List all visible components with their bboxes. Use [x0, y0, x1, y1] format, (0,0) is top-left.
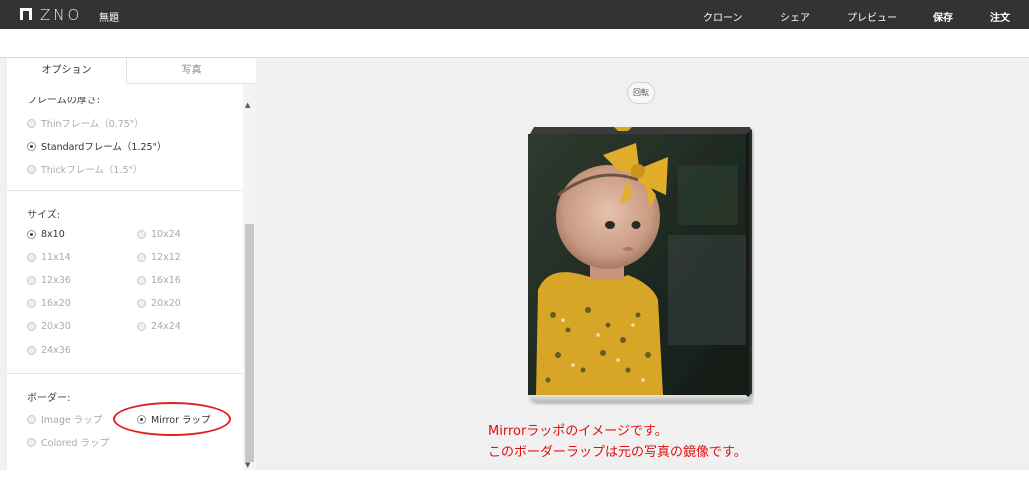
highlight-ellipse — [113, 402, 231, 436]
frame-option-standard[interactable]: Standardフレーム（1.25"） — [27, 139, 166, 153]
order-button[interactable]: 注文 — [990, 9, 1010, 24]
radio-icon — [27, 414, 36, 424]
annotation-line-1: Mirrorラッポのイメージです。 — [488, 424, 668, 439]
radio-icon — [27, 299, 36, 308]
size-title: サイズ: — [27, 210, 61, 221]
border-option-image-wrap[interactable]: Image ラップ — [27, 412, 102, 426]
size-option-label: 10x24 — [151, 229, 181, 240]
scroll-up-arrow-icon[interactable]: ▲ — [245, 102, 250, 109]
brand-name: ZNO — [40, 6, 83, 24]
scroll-mask — [7, 84, 243, 97]
size-option-20x30[interactable]: 20x30 — [27, 321, 71, 332]
radio-selected-icon — [27, 141, 36, 151]
size-option-11x14[interactable]: 11x14 — [27, 252, 71, 263]
size-option-12x12[interactable]: 12x12 — [137, 252, 181, 263]
size-option-10x24[interactable]: 10x24 — [137, 229, 181, 240]
radio-selected-icon — [27, 230, 36, 239]
radio-icon — [137, 322, 146, 331]
radio-icon — [27, 322, 36, 331]
size-option-label: 16x16 — [151, 275, 181, 286]
size-option-label: 12x36 — [41, 275, 71, 286]
size-option-24x36[interactable]: 24x36 — [27, 345, 71, 356]
size-option-16x20[interactable]: 16x20 — [27, 298, 71, 309]
share-button[interactable]: シェア — [780, 9, 810, 24]
size-option-label: 24x24 — [151, 321, 181, 332]
sidebar-tabs: オプション 写真 — [7, 58, 256, 84]
border-option-label: Colored ラップ — [41, 438, 109, 449]
radio-icon — [27, 437, 36, 447]
tab-options[interactable]: オプション — [7, 58, 127, 84]
sidebar-scrollbar[interactable]: ▲ ▼ — [243, 84, 256, 470]
radio-icon — [137, 230, 146, 239]
border-title: ボーダー: — [27, 393, 71, 404]
radio-icon — [137, 253, 146, 262]
document-title[interactable]: 無題 — [99, 9, 119, 24]
frame-option-label: Thickフレーム（1.5"） — [41, 165, 143, 176]
canvas-photo-image — [528, 127, 752, 401]
top-bar: ZNO 無題 クローン シェア プレビュー 保存 注文 — [0, 0, 1029, 29]
size-option-8x10[interactable]: 8x10 — [27, 229, 65, 240]
size-option-label: 8x10 — [41, 229, 65, 240]
radio-icon — [137, 276, 146, 285]
frame-option-thick[interactable]: Thickフレーム（1.5"） — [27, 162, 142, 176]
section-divider — [7, 373, 243, 374]
size-option-16x16[interactable]: 16x16 — [137, 275, 181, 286]
border-option-colored-wrap[interactable]: Colored ラップ — [27, 435, 109, 449]
scroll-down-arrow-icon[interactable]: ▼ — [245, 462, 250, 469]
size-option-24x24[interactable]: 24x24 — [137, 321, 181, 332]
save-button[interactable]: 保存 — [933, 9, 953, 24]
sub-toolbar — [0, 29, 1029, 58]
size-option-label: 20x30 — [41, 321, 71, 332]
radio-icon — [27, 346, 36, 355]
radio-icon — [27, 164, 36, 174]
radio-icon — [27, 118, 36, 128]
zno-logo-icon — [20, 8, 32, 20]
frame-option-thin[interactable]: Thinフレーム（0.75"） — [27, 116, 144, 130]
size-option-20x20[interactable]: 20x20 — [137, 298, 181, 309]
size-option-label: 11x14 — [41, 252, 71, 263]
canvas-preview — [528, 125, 754, 405]
size-option-12x36[interactable]: 12x36 — [27, 275, 71, 286]
footer-strip — [0, 470, 1029, 481]
frame-option-label: Thinフレーム（0.75"） — [41, 119, 144, 130]
annotation-line-2: このボーダーラップは元の写真の鏡像です。 — [488, 445, 747, 460]
border-option-label: Image ラップ — [41, 415, 103, 426]
tab-photos[interactable]: 写真 — [127, 58, 256, 84]
size-option-label: 24x36 — [41, 345, 71, 356]
preview-button[interactable]: プレビュー — [847, 9, 897, 24]
size-option-label: 20x20 — [151, 298, 181, 309]
size-option-label: 12x12 — [151, 252, 181, 263]
rotate-button[interactable]: 回転 — [627, 82, 655, 104]
frame-option-label: Standardフレーム（1.25"） — [41, 142, 167, 153]
section-divider — [7, 190, 243, 191]
scrollbar-thumb[interactable] — [245, 224, 254, 462]
radio-icon — [27, 253, 36, 262]
clone-button[interactable]: クローン — [703, 9, 743, 24]
radio-icon — [27, 276, 36, 285]
radio-icon — [137, 299, 146, 308]
size-option-label: 16x20 — [41, 298, 71, 309]
